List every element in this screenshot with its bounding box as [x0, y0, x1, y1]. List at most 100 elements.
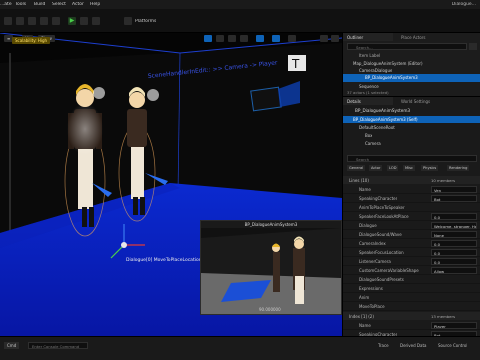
property-value-field[interactable]: 0.0 [431, 213, 477, 220]
filter-physics[interactable]: Physics [421, 165, 439, 171]
array-header-label: Lines (10) [349, 178, 369, 183]
filter-actor[interactable]: Actor [369, 165, 383, 171]
property-value-field[interactable]: Welcome, stranger. Half meant... [431, 222, 477, 229]
camera-speed-icon[interactable] [320, 35, 328, 42]
component-row[interactable]: Box [365, 133, 372, 138]
mode-icon[interactable] [16, 17, 24, 25]
tab-place-actors[interactable]: Place Actors [397, 33, 447, 41]
property-row[interactable]: Expressions [343, 284, 480, 293]
filter-misc[interactable]: Misc [403, 165, 415, 171]
scalability-badge: Scalability: High [12, 37, 51, 44]
outliner-search-input[interactable]: Search... [347, 43, 467, 50]
tab-outliner[interactable]: Outliner [343, 33, 393, 41]
menu-bar: ...ate Tools Build Select Actor Help Dia… [0, 0, 480, 9]
select-mode-icon[interactable] [204, 35, 212, 42]
outliner-item-selected[interactable]: BP_DialogueAnimSystem3 [343, 74, 480, 82]
blueprint-icon[interactable] [40, 17, 48, 25]
rotate-icon[interactable] [228, 35, 236, 42]
property-label: Dialogue [359, 223, 377, 228]
filter-lod[interactable]: LOD [387, 165, 399, 171]
tab-world-settings[interactable]: World Settings [397, 97, 452, 105]
grid-snap-icon[interactable] [256, 35, 264, 42]
outliner-search-placeholder: Search... [356, 45, 373, 50]
menu-item-file[interactable]: ...ate [0, 2, 12, 7]
scale-icon[interactable] [240, 35, 248, 42]
content-icon[interactable] [28, 17, 36, 25]
property-value-field[interactable]: Player [431, 322, 477, 329]
property-value-field[interactable]: Bot [431, 195, 477, 202]
property-row[interactable]: Name Player [343, 321, 480, 330]
property-row[interactable]: CustomCameraVariableShape Allow [343, 266, 480, 275]
platforms-label[interactable]: Platforms [135, 19, 156, 24]
property-value-field[interactable]: None [431, 231, 477, 238]
property-label: CameraIndex [359, 241, 386, 246]
component-row[interactable]: DefaultSceneRoot [359, 125, 395, 130]
gizmo-label: Dialogue[0] MoveToPlaceLocation [126, 257, 202, 263]
component-row[interactable]: Camera [365, 141, 381, 146]
cmd-button[interactable]: Cmd [4, 342, 20, 349]
scale-snap-icon[interactable] [288, 35, 296, 42]
filter-general[interactable]: General [347, 165, 366, 171]
property-label: ListenerCamera [359, 259, 391, 264]
property-label: Name [359, 187, 371, 192]
angle-snap-icon[interactable] [272, 35, 280, 42]
property-label: DialogueSound/Wave [359, 232, 402, 237]
preview-title: BP_DialogueAnimSystem3 [201, 221, 341, 228]
menu-item-actor[interactable]: Actor [72, 2, 84, 7]
property-label: Anim [359, 295, 370, 300]
menu-item-select[interactable]: Select [52, 2, 66, 7]
property-row[interactable]: DialogueSoundPresets [343, 275, 480, 284]
property-row[interactable]: SpeakerFocusLocation 0.0 [343, 248, 480, 257]
property-row[interactable]: Dialogue Welcome, stranger. Half meant... [343, 221, 480, 230]
play-icon[interactable]: ▶ [68, 17, 76, 25]
property-label: Expressions [359, 286, 383, 291]
property-value-field[interactable]: 0.0 [431, 249, 477, 256]
settings-icon[interactable] [469, 43, 477, 50]
property-row[interactable]: MoveToPlace [343, 302, 480, 311]
property-row[interactable]: DialogueSound/Wave None [343, 230, 480, 239]
property-value-field[interactable]: 0.0 [431, 258, 477, 265]
filter-rendering[interactable]: Rendering [447, 165, 470, 171]
outliner-item[interactable]: Map_DialogueAnimSystem (Editor) [353, 61, 423, 66]
maximize-icon[interactable] [331, 35, 339, 42]
property-row[interactable]: Anim [343, 293, 480, 302]
menu-item-tools[interactable]: Tools [15, 2, 26, 7]
property-label: SpeakerFaceLookAtPlace [359, 214, 409, 219]
property-label: SpeakerFocusLocation [359, 250, 404, 255]
derived-data-button[interactable]: Derived Data [400, 343, 427, 348]
preview-render [201, 228, 341, 314]
platforms-icon[interactable] [124, 17, 132, 25]
property-row[interactable]: SpeakingCharacter Bot [343, 194, 480, 203]
outliner-panel: Outliner Place Actors Search... Item Lab… [342, 33, 480, 96]
source-control-button[interactable]: Source Control [438, 343, 467, 348]
save-icon[interactable] [4, 17, 12, 25]
property-row[interactable]: Name Ven [343, 185, 480, 194]
project-title: Dialogue... [451, 2, 476, 7]
property-row[interactable]: ListenerCamera 0.0 [343, 257, 480, 266]
property-value-field[interactable]: 0.0 [431, 240, 477, 247]
details-panel: Details World Settings BP_DialogueAnimSy… [342, 96, 480, 339]
outliner-item[interactable]: CameraDialogue [359, 68, 392, 73]
console-input[interactable]: Enter Console Command [28, 342, 88, 349]
more-icon[interactable] [92, 17, 100, 25]
menu-item-build[interactable]: Build [34, 2, 45, 7]
tab-details[interactable]: Details [343, 97, 393, 105]
property-row[interactable]: AnimToPlaceToSpeaker [343, 203, 480, 212]
property-value-field[interactable]: Ven [431, 186, 477, 193]
array-header-2[interactable]: Index [1] (2) 13 members [343, 312, 480, 320]
trace-button[interactable]: Trace [378, 343, 389, 348]
details-search-placeholder: Search [356, 157, 370, 162]
translate-icon[interactable] [216, 35, 224, 42]
property-row[interactable]: SpeakerFaceLookAtPlace 0.0 [343, 212, 480, 221]
property-label: MoveToPlace [359, 304, 385, 309]
details-search-input[interactable]: Search [347, 155, 477, 162]
step-icon[interactable] [80, 17, 88, 25]
cinematics-icon[interactable] [52, 17, 60, 25]
menu-item-help[interactable]: Help [90, 2, 100, 7]
array-header[interactable]: Lines (10) 10 members [343, 176, 480, 184]
component-self-row[interactable]: BP_DialogueAnimSystem3 (Self) [343, 116, 480, 123]
outliner-item[interactable]: Sequence [359, 84, 379, 89]
property-row[interactable]: CameraIndex 0.0 [343, 239, 480, 248]
outliner-column-label: Item Label [359, 53, 381, 58]
property-value-field[interactable]: Allow [431, 267, 477, 274]
